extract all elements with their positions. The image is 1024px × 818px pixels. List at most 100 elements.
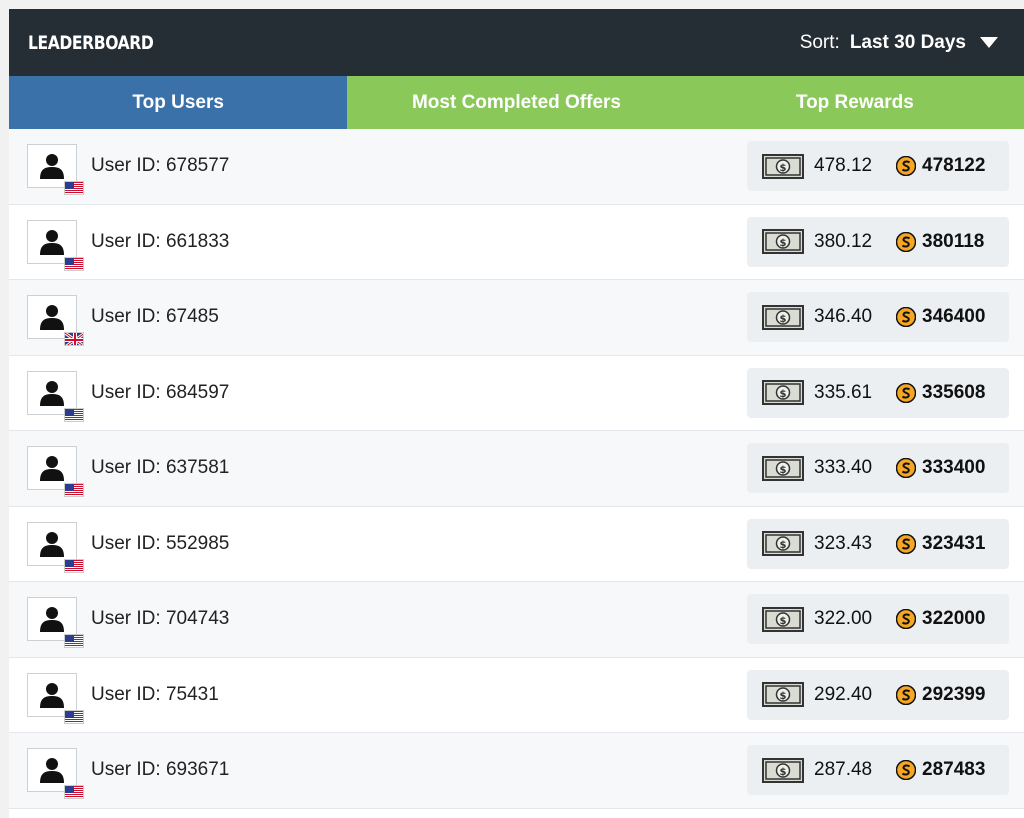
reward-box: $ 292.40 292399 [747,669,1009,720]
user-cell: User ID: 661833 [27,219,230,271]
user-id: User ID: 678577 [91,155,230,177]
coin-icon [896,533,916,554]
leaderboard-row: User ID: 67485 $ 346.40 346400 [9,280,1024,356]
avatar [27,521,84,573]
cash-bill-icon: $ [762,682,804,708]
country-flag-icon [64,407,84,422]
svg-text:$: $ [780,540,787,551]
coin-icon [896,760,916,781]
svg-text:$: $ [780,314,787,325]
avatar [27,295,84,347]
cash-amount: 287.48 [814,759,873,781]
leaderboard-row: User ID: 684597 $ 335.61 335608 [9,355,1024,431]
tab-top-users[interactable]: Top Users [9,76,348,129]
leaderboard-row: User ID: 678577 $ 478.12 478122 [9,129,1024,205]
avatar [27,446,84,498]
user-cell: User ID: 67485 [27,295,219,347]
reward-box: $ 478.12 478122 [747,141,1009,192]
reward-box: $ 333.40 333400 [747,443,1009,494]
sort-dropdown[interactable]: Sort: Last 30 Days [800,32,998,54]
coin-icon [896,382,916,403]
svg-text:$: $ [780,616,787,627]
user-id: User ID: 75431 [91,683,219,705]
leaderboard-panel: LEADERBOARD Sort: Last 30 Days Top Users… [9,9,1024,818]
points-amount: 478122 [922,155,986,177]
reward-box: $ 335.61 335608 [747,367,1009,418]
user-id: User ID: 704743 [91,608,230,630]
leaderboard-row: User ID: 75431 $ 292.40 292399 [9,657,1024,733]
points-amount: 287483 [922,759,986,781]
svg-text:$: $ [780,163,787,174]
country-flag-icon [64,634,84,649]
cash-bill-icon: $ [762,606,804,632]
avatar [27,672,84,724]
user-id: User ID: 684597 [91,381,230,403]
cash-amount: 335.61 [814,381,873,403]
user-cell: User ID: 704743 [27,597,230,649]
coin-icon [896,684,916,705]
sort-label: Sort: [799,31,840,53]
cash-bill-icon: $ [762,380,804,406]
reward-box: $ 380.12 380118 [747,216,1009,267]
avatar [27,219,84,271]
avatar [27,748,84,800]
country-flag-icon [64,558,84,573]
user-icon [40,531,64,557]
country-flag-icon [64,181,84,196]
user-icon [40,456,64,482]
avatar [27,370,84,422]
svg-text:$: $ [780,238,787,249]
cash-amount: 333.40 [814,457,873,479]
user-cell: User ID: 684597 [27,370,230,422]
points-amount: 333400 [922,457,986,479]
cash-bill-icon: $ [762,304,804,330]
svg-text:$: $ [780,389,787,400]
user-id: User ID: 693671 [91,759,230,781]
reward-box: $ 323.43 323431 [747,518,1009,569]
cash-bill-icon: $ [762,455,804,481]
tab-top-rewards[interactable]: Top Rewards [685,76,1024,129]
user-icon [40,229,64,255]
country-flag-icon [64,256,84,271]
cash-bill-icon: $ [762,229,804,255]
user-cell: User ID: 637581 [27,446,230,498]
user-cell: User ID: 678577 [27,144,230,196]
user-icon [40,154,64,180]
points-amount: 322000 [922,608,986,630]
leaderboard-title: LEADERBOARD [28,31,154,54]
cash-bill-icon: $ [762,531,804,557]
leaderboard-row: User ID: 552985 $ 323.43 323431 [9,506,1024,582]
user-cell: User ID: 552985 [27,521,230,573]
leaderboard-row: User ID: 661833 $ 380.12 380118 [9,204,1024,280]
svg-text:$: $ [780,767,787,778]
user-icon [40,758,64,784]
points-amount: 380118 [922,230,985,252]
user-cell: User ID: 75431 [27,672,219,724]
user-cell: User ID: 693671 [27,748,230,800]
cash-amount: 323.43 [814,532,873,554]
tab-most-completed-offers[interactable]: Most Completed Offers [347,76,686,129]
country-flag-icon [64,785,84,800]
user-id: User ID: 67485 [91,306,219,328]
user-id: User ID: 661833 [91,230,230,252]
user-icon [40,305,64,331]
avatar [27,144,84,196]
cash-bill-icon: $ [762,757,804,783]
reward-box: $ 346.40 346400 [747,292,1009,343]
user-id: User ID: 552985 [91,532,230,554]
leaderboard-header: LEADERBOARD Sort: Last 30 Days [9,9,1024,76]
cash-amount: 478.12 [814,155,873,177]
cash-amount: 292.40 [814,683,873,705]
coin-icon [896,156,916,177]
coin-icon [896,609,916,630]
leaderboard-list: User ID: 678577 $ 478.12 478122 User ID:… [9,129,1024,809]
svg-text:$: $ [780,465,787,476]
leaderboard-tabs: Top Users Most Completed Offers Top Rewa… [9,76,1024,129]
svg-text:$: $ [780,691,787,702]
user-icon [40,682,64,708]
user-id: User ID: 637581 [91,457,230,479]
points-amount: 346400 [922,306,986,328]
cash-amount: 346.40 [814,306,873,328]
leaderboard-row: User ID: 637581 $ 333.40 333400 [9,431,1024,507]
coin-icon [896,231,916,252]
